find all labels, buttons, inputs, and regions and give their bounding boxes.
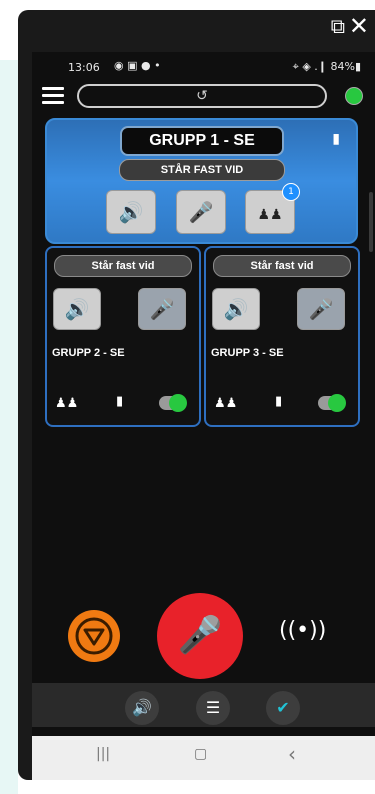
group2-footer: ♟♟ ▮ bbox=[47, 394, 197, 416]
group1-panel[interactable]: GRUPP 1 - SE ▮ STÅR FAST VID 🔊 🎤 ♟♟ 1 bbox=[45, 118, 358, 244]
home-icon[interactable]: ▢ bbox=[194, 746, 207, 762]
group1-title: GRUPP 1 - SE bbox=[120, 126, 284, 156]
group2-speaker-button[interactable]: 🔊 bbox=[53, 288, 101, 330]
group3-footer: ♟♟ ▮ bbox=[206, 394, 356, 416]
mic-button[interactable]: 🎤 bbox=[176, 190, 226, 234]
bottom-toolbar: 🔊 ☰ ✔ bbox=[32, 683, 375, 727]
group2-mic-muted-button[interactable]: 🎤 bbox=[138, 288, 186, 330]
top-bar: ↺ bbox=[32, 84, 375, 110]
app-screen: 13:06 ◉ ▣ ● • ⌖ ◈ .❙ 84%▮ ↺ GRUPP 1 - SE… bbox=[32, 52, 375, 780]
mic-muted-icon: 🎤 bbox=[308, 297, 334, 321]
microphone-icon: 🎤 bbox=[177, 615, 223, 656]
members-button[interactable]: ♟♟ 1 bbox=[245, 183, 300, 234]
mic-muted-icon: 🎤 bbox=[149, 297, 175, 321]
group3-name: GRUPP 3 - SE bbox=[211, 347, 284, 359]
history-icon: ↺ bbox=[196, 88, 208, 104]
status-bar: 13:06 ◉ ▣ ● • ⌖ ◈ .❙ 84%▮ bbox=[32, 52, 375, 82]
status-icons: ◉ ▣ ● • bbox=[114, 59, 161, 72]
speaker-icon: 🔊 bbox=[118, 200, 144, 224]
audio-output-button[interactable]: 🔊 bbox=[125, 691, 159, 725]
history-bar[interactable]: ↺ bbox=[77, 84, 327, 108]
speaker-icon: 🔊 bbox=[223, 297, 249, 321]
members-badge: 1 bbox=[282, 183, 300, 201]
page-left-strip bbox=[0, 60, 18, 794]
shield-check-icon: ✔ bbox=[276, 698, 290, 717]
menu-icon[interactable] bbox=[42, 87, 64, 105]
scrollbar[interactable] bbox=[369, 192, 373, 252]
members-icon: ♟♟ bbox=[257, 207, 283, 223]
status-time: 13:06 bbox=[68, 61, 100, 74]
list-icon: ☰ bbox=[205, 698, 221, 717]
walkie-talkie-icon: ▮ bbox=[116, 394, 124, 409]
members-icon: ♟♟ bbox=[214, 396, 238, 411]
mic-icon: 🎤 bbox=[188, 200, 214, 224]
recent-apps-icon[interactable]: ||| bbox=[96, 746, 110, 762]
stop-triangle-icon bbox=[75, 617, 113, 655]
group1-status: STÅR FAST VID bbox=[119, 159, 285, 181]
phone-window: ⧉ ✕ 13:06 ◉ ▣ ● • ⌖ ◈ .❙ 84%▮ ↺ GRUPP 1 … bbox=[18, 10, 375, 780]
speaker-icon: 🔊 bbox=[64, 297, 90, 321]
speaker-icon: 🔊 bbox=[132, 698, 152, 717]
group2-toggle[interactable] bbox=[159, 394, 187, 412]
group2-name: GRUPP 2 - SE bbox=[52, 347, 125, 359]
group3-card[interactable]: Står fast vid 🔊 🎤 GRUPP 3 - SE ♟♟ ▮ bbox=[204, 246, 360, 427]
speaker-button[interactable]: 🔊 bbox=[106, 190, 156, 234]
status-right-icons: ⌖ ◈ .❙ 84%▮ bbox=[292, 60, 361, 73]
group3-status: Står fast vid bbox=[213, 255, 351, 277]
popout-icon[interactable]: ⧉ bbox=[331, 16, 345, 36]
walkie-talkie-icon: ▮ bbox=[275, 394, 283, 409]
connection-status-dot bbox=[345, 87, 363, 105]
group3-speaker-button[interactable]: 🔊 bbox=[212, 288, 260, 330]
list-button[interactable]: ☰ bbox=[196, 691, 230, 725]
walkie-talkie-icon: ▮ bbox=[332, 131, 340, 147]
push-to-talk-button[interactable]: 🎤 bbox=[157, 593, 243, 679]
back-icon[interactable]: ‹ bbox=[288, 742, 296, 766]
group3-toggle[interactable] bbox=[318, 394, 346, 412]
group3-mic-muted-button[interactable]: 🎤 bbox=[297, 288, 345, 330]
android-nav-bar: ||| ▢ ‹ bbox=[32, 736, 375, 780]
broadcast-signal-icon[interactable]: ((•)) bbox=[279, 618, 326, 643]
shield-check-button[interactable]: ✔ bbox=[266, 691, 300, 725]
group2-card[interactable]: Står fast vid 🔊 🎤 GRUPP 2 - SE ♟♟ ▮ bbox=[45, 246, 201, 427]
members-icon: ♟♟ bbox=[55, 396, 79, 411]
close-icon[interactable]: ✕ bbox=[349, 14, 369, 38]
group2-status: Står fast vid bbox=[54, 255, 192, 277]
emergency-stop-button[interactable] bbox=[68, 610, 120, 662]
